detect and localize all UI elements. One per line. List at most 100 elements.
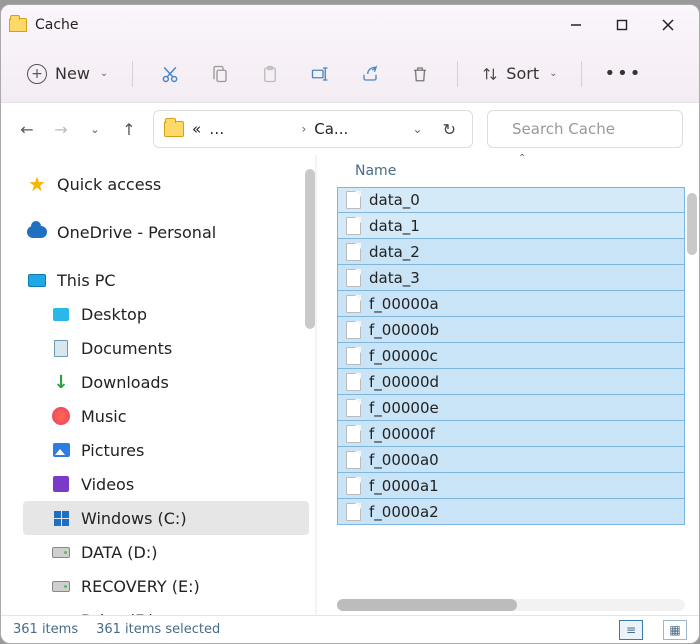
file-row[interactable]: f_0000a2 — [337, 499, 685, 525]
cloud-icon — [27, 222, 47, 242]
file-icon — [346, 191, 361, 209]
file-name: data_2 — [369, 243, 420, 261]
file-icon — [346, 347, 361, 365]
up-button[interactable]: ↑ — [119, 120, 139, 139]
scrollbar-thumb[interactable] — [337, 599, 517, 611]
file-row[interactable]: data_1 — [337, 213, 685, 239]
sort-asc-icon: ⌃ — [518, 153, 526, 164]
nav-pane[interactable]: ★Quick access OneDrive - Personal This P… — [1, 155, 315, 615]
file-list-pane: ⌃ Name data_0 data_1 data_2 data_3 f_00000af… — [317, 155, 699, 615]
chevron-right-icon: › — [301, 122, 306, 136]
file-row[interactable]: f_00000a — [337, 291, 685, 317]
breadcrumb-history-button[interactable]: ⌄ — [407, 122, 429, 136]
titlebar[interactable]: Cache — [1, 5, 699, 45]
breadcrumb-ellipsis[interactable]: … — [209, 120, 293, 138]
file-name: data_1 — [369, 217, 420, 235]
sort-label: Sort — [506, 64, 539, 83]
desktop-icon — [51, 304, 71, 324]
recent-locations-button[interactable]: ⌄ — [85, 123, 105, 136]
file-row[interactable]: f_0000a0 — [337, 447, 685, 473]
status-bar: 361 items 361 items selected ≡ ▦ — [1, 615, 699, 643]
sort-icon — [482, 66, 498, 82]
address-row: ← → ⌄ ↑ « … › Ca... ⌄ ↻ — [1, 103, 699, 155]
drive-icon — [51, 610, 71, 615]
file-name: f_00000f — [369, 425, 435, 443]
chevron-down-icon: ⌄ — [100, 68, 108, 79]
nav-this-pc[interactable]: This PC — [23, 263, 309, 297]
file-row[interactable]: f_0000a1 — [337, 473, 685, 499]
large-icons-view-button[interactable]: ▦ — [663, 620, 687, 640]
file-row[interactable]: data_0 — [337, 187, 685, 213]
file-name: f_00000a — [369, 295, 439, 313]
breadcrumb-overflow[interactable]: « — [192, 120, 201, 138]
rename-button[interactable] — [297, 54, 343, 94]
new-button[interactable]: + New ⌄ — [17, 58, 118, 90]
file-icon — [346, 243, 361, 261]
search-box[interactable] — [487, 110, 683, 148]
file-icon — [346, 477, 361, 495]
nav-pictures[interactable]: Pictures — [23, 433, 309, 467]
forward-button[interactable]: → — [51, 120, 71, 139]
nav-desktop[interactable]: Desktop — [23, 297, 309, 331]
column-header-name[interactable]: ⌃ Name — [337, 155, 699, 187]
file-row[interactable]: data_3 — [337, 265, 685, 291]
file-icon — [346, 269, 361, 287]
file-name: f_00000d — [369, 373, 439, 391]
horizontal-scrollbar[interactable] — [337, 599, 685, 611]
nav-drive-f[interactable]: Drive (F:) — [23, 603, 309, 615]
maximize-button[interactable] — [599, 5, 645, 45]
file-row[interactable]: data_2 — [337, 239, 685, 265]
minimize-button[interactable] — [553, 5, 599, 45]
nav-recovery-e[interactable]: RECOVERY (E:) — [23, 569, 309, 603]
chevron-down-icon: ⌄ — [549, 68, 557, 79]
file-name: data_3 — [369, 269, 420, 287]
file-name: f_0000a0 — [369, 451, 439, 469]
monitor-icon — [27, 270, 47, 290]
file-name: f_00000e — [369, 399, 439, 417]
more-button[interactable]: ••• — [596, 57, 650, 90]
breadcrumb[interactable]: « … › Ca... ⌄ ↻ — [153, 110, 473, 148]
copy-button[interactable] — [197, 54, 243, 94]
nav-videos[interactable]: Videos — [23, 467, 309, 501]
nav-scrollbar[interactable] — [305, 169, 315, 329]
drive-icon — [51, 576, 71, 596]
file-row[interactable]: f_00000e — [337, 395, 685, 421]
file-icon — [346, 373, 361, 391]
details-view-button[interactable]: ≡ — [619, 620, 643, 640]
file-name: f_0000a2 — [369, 503, 439, 521]
folder-icon — [164, 121, 184, 137]
file-row[interactable]: f_00000d — [337, 369, 685, 395]
drive-icon — [51, 542, 71, 562]
file-row[interactable]: f_00000b — [337, 317, 685, 343]
nav-music[interactable]: Music — [23, 399, 309, 433]
nav-onedrive[interactable]: OneDrive - Personal — [23, 215, 309, 249]
share-button[interactable] — [347, 54, 393, 94]
pictures-icon — [51, 440, 71, 460]
folder-icon — [9, 18, 27, 32]
star-icon: ★ — [27, 174, 47, 194]
cut-button[interactable] — [147, 54, 193, 94]
delete-button[interactable] — [397, 54, 443, 94]
nav-windows-c[interactable]: Windows (C:) — [23, 501, 309, 535]
file-list[interactable]: data_0 data_1 data_2 data_3 f_00000a f_00000b… — [337, 187, 699, 597]
refresh-button[interactable]: ↻ — [437, 120, 462, 139]
file-row[interactable]: f_00000c — [337, 343, 685, 369]
file-row[interactable]: f_00000f — [337, 421, 685, 447]
file-scrollbar[interactable] — [687, 193, 697, 255]
file-name: f_00000b — [369, 321, 439, 339]
paste-button[interactable] — [247, 54, 293, 94]
document-icon — [51, 338, 71, 358]
download-icon: ↓ — [51, 372, 71, 392]
search-input[interactable] — [510, 119, 700, 139]
file-name: f_00000c — [369, 347, 438, 365]
breadcrumb-current[interactable]: Ca... — [314, 120, 398, 138]
back-button[interactable]: ← — [17, 120, 37, 139]
nav-data-d[interactable]: DATA (D:) — [23, 535, 309, 569]
nav-downloads[interactable]: ↓Downloads — [23, 365, 309, 399]
nav-quick-access[interactable]: ★Quick access — [23, 167, 309, 201]
file-icon — [346, 399, 361, 417]
close-button[interactable] — [645, 5, 691, 45]
sort-button[interactable]: Sort ⌄ — [472, 58, 567, 89]
nav-documents[interactable]: Documents — [23, 331, 309, 365]
music-icon — [51, 406, 71, 426]
